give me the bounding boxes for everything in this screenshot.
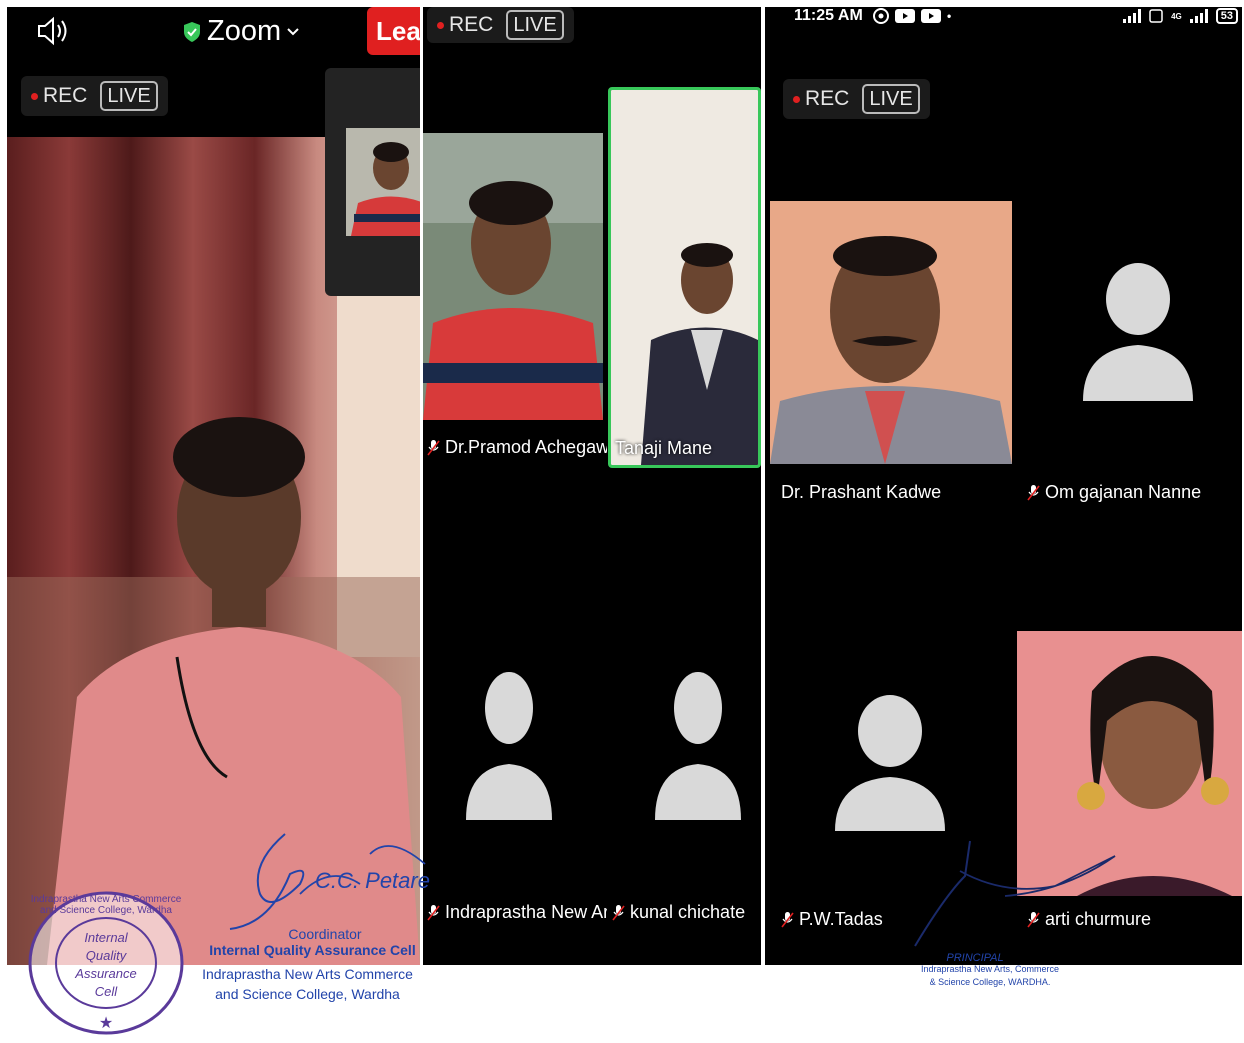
participant-video <box>770 201 1012 464</box>
signature-college-line1: Indraprastha New Arts Commerce <box>202 966 413 982</box>
record-dot-icon <box>31 92 38 100</box>
self-view-video <box>346 128 420 236</box>
mic-muted-icon <box>612 905 625 921</box>
rec-label: REC <box>43 84 88 107</box>
signal-icon <box>1189 9 1208 23</box>
mic-muted-icon <box>427 905 440 921</box>
participant-video <box>423 133 603 420</box>
notification-icons: • <box>873 8 951 24</box>
participant-tile[interactable]: Dr. Prashant Kadwe <box>765 197 1015 507</box>
participant-name: P.W.Tadas <box>799 909 883 929</box>
youtube-icon <box>895 9 915 23</box>
participant-tile[interactable]: kunal chichate <box>608 477 761 937</box>
participant-tile[interactable]: Dr.Pramod Achegawe <box>423 87 607 472</box>
live-label: LIVE <box>100 81 158 111</box>
seal-center-line3: Assurance <box>75 966 137 981</box>
system-icons: 4G 53 <box>1123 8 1238 24</box>
participant-name: Dr.Pramod Achegawe <box>445 437 607 457</box>
speaker-icon[interactable] <box>35 13 71 49</box>
participant-tile[interactable]: P.W.Tadas <box>765 627 1015 947</box>
mic-muted-icon <box>1027 485 1040 501</box>
mic-muted-icon <box>1027 912 1040 928</box>
signature-college-line2: and Science College, Wardha <box>215 986 400 1002</box>
youtube-icon <box>921 9 941 23</box>
participant-name-label: Om gajanan Nanne <box>1027 482 1201 503</box>
app-title: Zoom <box>207 15 282 47</box>
participant-name-label: Tanaji Mane <box>615 438 712 459</box>
status-time: 11:25 AM <box>794 7 863 24</box>
record-dot-icon <box>793 95 800 103</box>
participant-video <box>611 90 758 465</box>
participant-tile-active-speaker[interactable]: Tanaji Mane <box>608 87 761 468</box>
chrome-icon <box>873 8 889 24</box>
participant-name: Om gajanan Nanne <box>1045 482 1202 502</box>
self-view-thumbnail[interactable] <box>325 68 420 296</box>
rec-label: REC <box>449 13 494 36</box>
meeting-title-dropdown[interactable]: Zoom <box>183 15 299 48</box>
principal-college-line2: & Science College, WARDHA. <box>929 977 1051 987</box>
shield-check-icon <box>184 21 200 42</box>
principal-college-line1: Indraprastha New Arts, Commerce <box>920 964 1060 974</box>
recording-status-bar: REC LIVE <box>783 79 930 119</box>
mic-muted-icon <box>427 440 440 456</box>
record-dot-icon <box>437 21 444 29</box>
participant-name-label: arti churmure <box>1027 909 1151 930</box>
participant-tile[interactable]: Om gajanan Nanne <box>1017 197 1242 507</box>
signal-icon <box>1123 9 1142 23</box>
leave-button[interactable]: Leave <box>367 7 420 55</box>
chevron-down-icon <box>287 27 299 35</box>
avatar-placeholder-icon <box>466 672 552 820</box>
phone-status-bar: 11:25 AM • 4G 53 <box>765 7 1242 29</box>
volte-icon <box>1149 9 1163 23</box>
avatar-placeholder-icon <box>655 672 741 820</box>
meeting-screen-speaker-view: Zoom Leave REC LIVE <box>7 7 420 965</box>
meeting-screen-gallery-2: 11:25 AM • 4G 53 REC LIVE Dr. Prashant K… <box>765 7 1242 965</box>
participant-tile[interactable]: Indraprastha New Arts C... <box>423 477 607 937</box>
participant-name-label: Dr. Prashant Kadwe <box>781 482 941 503</box>
participant-name-label: Dr.Pramod Achegawe <box>427 437 607 458</box>
participant-name: arti churmure <box>1045 909 1152 929</box>
participant-video <box>1017 631 1242 896</box>
live-label: LIVE <box>862 84 920 114</box>
mic-muted-icon <box>781 912 794 928</box>
participant-name-label: kunal chichate <box>612 902 745 923</box>
recording-status-bar: REC LIVE <box>427 7 574 43</box>
network-type: 4G <box>1171 11 1182 21</box>
svg-text:★: ★ <box>99 1015 113 1032</box>
rec-label: REC <box>805 87 850 110</box>
participant-name: Tanaji Mane <box>615 438 713 458</box>
participant-tile[interactable]: arti churmure <box>1017 631 1242 947</box>
participant-name: Indraprastha New Arts C... <box>445 902 607 922</box>
meeting-screen-gallery-1: REC LIVE Dr.Pramod Achegawe Tanaji Mane <box>423 7 761 965</box>
participant-name-label: Indraprastha New Arts C... <box>427 902 607 923</box>
meeting-top-bar: Zoom Leave <box>7 7 420 59</box>
dot-icon: • <box>947 9 952 23</box>
participant-name: Dr. Prashant Kadwe <box>781 482 942 502</box>
avatar-placeholder-icon <box>1083 263 1193 401</box>
live-label: LIVE <box>506 10 564 40</box>
recording-status-bar: REC LIVE <box>21 76 168 116</box>
seal-center-line4: Cell <box>94 984 118 999</box>
participant-name-label: P.W.Tadas <box>781 909 883 930</box>
participant-name: kunal chichate <box>630 902 746 922</box>
battery-icon: 53 <box>1215 8 1238 24</box>
avatar-placeholder-icon <box>835 695 945 831</box>
